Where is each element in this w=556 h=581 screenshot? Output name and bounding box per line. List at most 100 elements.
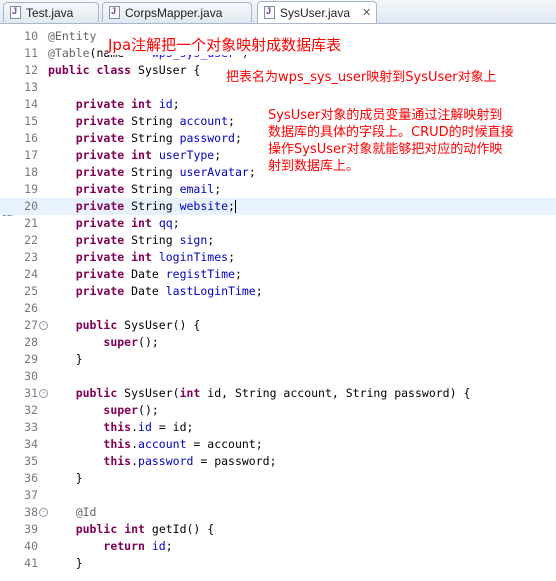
line-number: 19 xyxy=(24,182,38,196)
code-text: private String account; xyxy=(75,114,235,128)
code-line[interactable]: 25 private Date lastLoginTime; xyxy=(0,283,556,300)
code-line[interactable]: 30 xyxy=(0,368,556,385)
line-number: 31 xyxy=(24,386,38,400)
line-number: 32 xyxy=(24,403,38,417)
code-text: private int id; xyxy=(75,97,180,111)
code-line[interactable]: 38- @Id xyxy=(0,504,556,521)
code-line[interactable]: 21 private int qq; xyxy=(0,215,556,232)
line-number: 17 xyxy=(24,148,38,162)
code-line[interactable]: 19 private String email; xyxy=(0,181,556,198)
line-number: 30 xyxy=(24,369,38,383)
code-line[interactable]: 35 this.password = password; xyxy=(0,453,556,470)
tab-label: CorpsMapper.java xyxy=(125,5,223,20)
code-line[interactable]: 41 } xyxy=(0,555,556,572)
code-text: private String userAvatar; xyxy=(75,165,256,179)
code-line[interactable]: 37 xyxy=(0,487,556,504)
java-file-icon xyxy=(109,6,120,19)
editor-tab-bar: Test.java CorpsMapper.java SysUser.java … xyxy=(0,0,556,24)
code-text: private String password; xyxy=(75,131,242,145)
line-number: 21 xyxy=(24,216,38,230)
code-text: this.id = id; xyxy=(103,420,194,434)
code-text: return id; xyxy=(103,539,173,553)
code-line[interactable]: 28 super(); xyxy=(0,334,556,351)
line-number: 41 xyxy=(24,556,38,570)
line-number: 36 xyxy=(24,471,38,485)
line-number: 26 xyxy=(24,301,38,315)
line-number: 33 xyxy=(24,420,38,434)
code-line[interactable]: 40 return id; xyxy=(0,538,556,555)
code-text: public SysUser() { xyxy=(75,318,201,332)
code-line[interactable]: 29 } xyxy=(0,351,556,368)
fields-annotation-note: SysUser对象的成员变量通过注解映射到 数据库的具体的字段上。CRUD的时候… xyxy=(268,107,514,175)
code-text: public class SysUser { xyxy=(48,63,201,77)
line-number: 25 xyxy=(24,284,38,298)
code-text: private String email; xyxy=(75,182,222,196)
code-line[interactable]: 20 private String website; xyxy=(0,198,556,215)
code-text: @Id xyxy=(75,505,97,519)
code-text: @Entity xyxy=(48,29,97,43)
line-number: 28 xyxy=(24,335,38,349)
line-number: 11 xyxy=(24,46,38,60)
line-number: 40 xyxy=(24,539,38,553)
code-text: } xyxy=(48,471,83,485)
line-number: 18 xyxy=(24,165,38,179)
fold-toggle-icon[interactable]: - xyxy=(39,389,48,398)
note-line: 操作SysUser对象就能够把对应的动作映 xyxy=(268,141,514,158)
tab-label: SysUser.java xyxy=(280,5,351,20)
line-number: 13 xyxy=(24,80,38,94)
tab-sysuser-java[interactable]: SysUser.java ✕ xyxy=(257,1,377,23)
code-text: this.account = account; xyxy=(103,437,263,451)
code-line[interactable]: 31- public SysUser(int id, String accoun… xyxy=(0,385,556,402)
line-number: 14 xyxy=(24,97,38,111)
java-file-icon xyxy=(264,6,275,19)
code-text: private Date registTime; xyxy=(75,267,242,281)
code-line[interactable]: 36 } xyxy=(0,470,556,487)
line-number: 20 xyxy=(24,199,38,213)
java-file-icon xyxy=(10,6,21,19)
fold-toggle-icon[interactable]: - xyxy=(39,321,48,330)
text-cursor xyxy=(234,200,236,213)
code-text: public int getId() { xyxy=(75,522,215,536)
line-number: 37 xyxy=(24,488,38,502)
code-text: super(); xyxy=(103,403,159,417)
line-number: 12 xyxy=(24,63,38,77)
code-text: } xyxy=(48,352,83,366)
code-text: private String website; xyxy=(75,199,236,213)
code-text: private int qq; xyxy=(75,216,180,230)
code-line[interactable]: 27- public SysUser() { xyxy=(0,317,556,334)
tab-label: Test.java xyxy=(26,5,74,20)
line-number: 24 xyxy=(24,267,38,281)
line-number: 15 xyxy=(24,114,38,128)
code-text: public SysUser(int id, String account, S… xyxy=(75,386,471,400)
tab-test-java[interactable]: Test.java xyxy=(3,2,99,22)
line-number: 23 xyxy=(24,250,38,264)
line-number: 16 xyxy=(24,131,38,145)
line-number: 35 xyxy=(24,454,38,468)
code-line[interactable]: 22 private String sign; xyxy=(0,232,556,249)
code-text: this.password = password; xyxy=(103,454,277,468)
code-text: private Date lastLoginTime; xyxy=(75,284,263,298)
code-text: super(); xyxy=(103,335,159,349)
code-line[interactable]: 26 xyxy=(0,300,556,317)
line-number: 29 xyxy=(24,352,38,366)
code-line[interactable]: 32 super(); xyxy=(0,402,556,419)
line-number: 27 xyxy=(24,318,38,332)
code-line[interactable]: 39 public int getId() { xyxy=(0,521,556,538)
line-number: 38 xyxy=(24,505,38,519)
entity-annotation-note: Jpa注解把一个对象映射成数据库表 xyxy=(108,34,342,55)
note-line: SysUser对象的成员变量通过注解映射到 xyxy=(268,107,514,124)
close-icon[interactable]: ✕ xyxy=(362,6,371,19)
fold-toggle-icon[interactable]: - xyxy=(39,508,48,517)
code-line[interactable]: 34 this.account = account; xyxy=(0,436,556,453)
table-annotation-note: 把表名为wps_sys_user映射到SysUser对象上 xyxy=(226,66,497,85)
tab-corpsmapper-java[interactable]: CorpsMapper.java xyxy=(102,2,252,22)
note-line: 射到数据库上。 xyxy=(268,158,514,175)
code-line[interactable]: 24 private Date registTime; xyxy=(0,266,556,283)
code-text: private int loginTimes; xyxy=(75,250,236,264)
code-line[interactable]: 33 this.id = id; xyxy=(0,419,556,436)
code-text: private String sign; xyxy=(75,233,215,247)
line-number: 22 xyxy=(24,233,38,247)
code-text: private int userType; xyxy=(75,148,222,162)
code-line[interactable]: 23 private int loginTimes; xyxy=(0,249,556,266)
note-line: 数据库的具体的字段上。CRUD的时候直接 xyxy=(268,124,514,141)
